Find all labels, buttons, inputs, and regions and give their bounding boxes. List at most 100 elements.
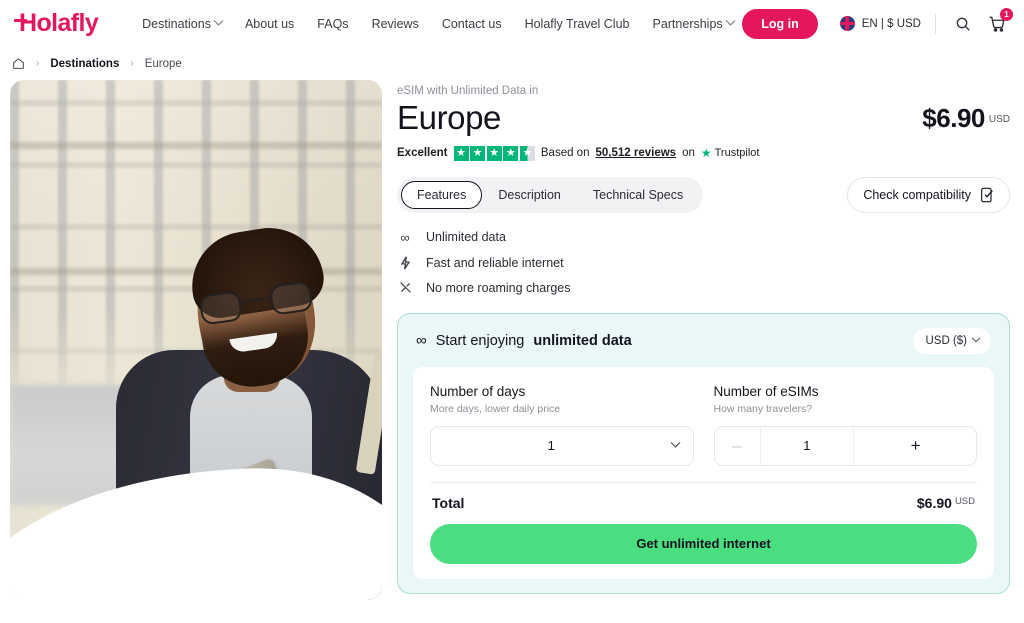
trustpilot-rating: Excellent ★ ★ ★ ★ ★ Based on 50,512 revi… (397, 145, 1010, 161)
trustpilot-star-icon: ★ (700, 146, 712, 161)
days-sublabel: More days, lower daily price (430, 402, 561, 415)
product-price: $6.90 USD (922, 103, 1010, 137)
chevron-down-icon (670, 438, 680, 449)
main-navigation: Destinations About us FAQs Reviews Conta… (142, 15, 736, 31)
breadcrumb-separator: › (36, 58, 40, 69)
hero-image (10, 80, 382, 600)
tab-description[interactable]: Description (482, 181, 577, 209)
esims-selector-group: Number of eSIMs How many travelers? – 1 … (713, 383, 977, 466)
days-selector-group: Number of days More days, lower daily pr… (430, 384, 694, 466)
esims-label: Number of eSIMs (713, 383, 819, 399)
check-compatibility-label: Check compatibility (863, 187, 971, 202)
main-content: eSIM with Unlimited Data in Europe $6.90… (0, 80, 1024, 600)
price-value: $6.90 (922, 102, 985, 133)
feature-item: Fast and reliable internet (397, 256, 1010, 270)
star-icon: ★ (453, 145, 469, 161)
esims-value: 1 (803, 438, 811, 454)
divider (935, 13, 936, 34)
header-actions: Log in EN | $ USD 1 (742, 7, 1013, 39)
total-row: Total $6.90 USD (430, 483, 977, 511)
product-panel: eSIM with Unlimited Data in Europe $6.90… (382, 80, 1024, 600)
esims-sublabel: How many travelers? (713, 402, 813, 415)
rating-on: on (682, 147, 695, 160)
lightning-icon (397, 256, 413, 270)
breadcrumb-item-destinations[interactable]: Destinations (50, 58, 119, 70)
increment-button[interactable]: + (853, 426, 976, 465)
purchase-heading-prefix: Start enjoying (435, 332, 525, 349)
total-currency: USD (954, 495, 975, 507)
esims-stepper: – 1 + (713, 425, 977, 466)
purchase-card-title: ∞ Start enjoying unlimited data (416, 332, 632, 349)
reviews-link[interactable]: 50,512 reviews (595, 147, 676, 159)
rating-stars: ★ ★ ★ ★ ★ (453, 145, 535, 161)
feature-label: Fast and reliable internet (426, 255, 564, 270)
currency-selector-label: USD ($) (925, 334, 967, 347)
feature-list: ∞ Unlimited data Fast and reliable inter… (397, 230, 1010, 295)
uk-flag-icon (839, 16, 855, 31)
no-roaming-icon (397, 281, 413, 294)
page-title: Europe (397, 99, 502, 136)
check-compatibility-button[interactable]: Check compatibility (847, 176, 1010, 213)
feature-label: No more roaming charges (426, 280, 571, 295)
star-icon: ★ (470, 145, 486, 161)
building-ledge (10, 142, 382, 149)
title-row: Europe $6.90 USD (397, 99, 1010, 137)
nav-item-about-us[interactable]: About us (245, 17, 294, 31)
home-icon[interactable] (12, 57, 25, 70)
feature-label: Unlimited data (426, 230, 506, 245)
days-dropdown[interactable]: 1 (430, 425, 694, 466)
chevron-down-icon (213, 15, 224, 26)
purchase-card-body: Number of days More days, lower daily pr… (413, 366, 994, 579)
trustpilot-logo[interactable]: ★ Trustpilot (701, 146, 760, 160)
decrement-button[interactable]: – (715, 426, 761, 465)
language-label: EN | $ USD (861, 17, 921, 30)
purchase-card-header: ∞ Start enjoying unlimited data USD ($) (398, 314, 1009, 367)
selectors-grid: Number of days More days, lower daily pr… (430, 384, 977, 466)
product-tabs: Features Description Technical Specs (397, 176, 704, 213)
nav-item-travel-club[interactable]: Holafly Travel Club (525, 17, 630, 31)
breadcrumb-separator: › (130, 58, 134, 69)
rating-verdict: Excellent (397, 147, 448, 160)
tab-features[interactable]: Features (401, 180, 483, 209)
cart-button[interactable]: 1 (984, 7, 1013, 37)
nav-item-faqs[interactable]: FAQs (317, 17, 348, 31)
site-header: Holafly Destinations About us FAQs Revie… (0, 0, 1024, 47)
nav-item-destinations[interactable]: Destinations (142, 15, 224, 31)
purchase-heading-bold: unlimited data (533, 332, 632, 349)
days-value: 1 (547, 438, 555, 454)
chevron-down-icon (971, 333, 981, 343)
nav-item-contact-us[interactable]: Contact us (442, 17, 502, 31)
holafly-logo[interactable]: Holafly (13, 9, 99, 38)
total-value: $6.90 (916, 494, 952, 511)
feature-item: ∞ Unlimited data (397, 230, 1010, 245)
nav-label: Partnerships (652, 16, 723, 31)
price-currency: USD (988, 113, 1010, 125)
star-icon: ★ (486, 145, 502, 161)
get-unlimited-internet-button[interactable]: Get unlimited internet (430, 523, 977, 564)
breadcrumb: › Destinations › Europe (0, 47, 1024, 80)
search-button[interactable] (950, 11, 976, 37)
cart-count-badge: 1 (1000, 7, 1013, 21)
breadcrumb-item-europe[interactable]: Europe (145, 58, 182, 70)
nav-label: Destinations (142, 16, 211, 31)
product-eyebrow: eSIM with Unlimited Data in (397, 85, 539, 97)
star-icon: ★ (503, 145, 519, 161)
purchase-card: ∞ Start enjoying unlimited data USD ($) … (397, 312, 1010, 594)
infinity-icon: ∞ (416, 332, 427, 350)
feature-item: No more roaming charges (397, 281, 1010, 295)
days-label: Number of days (430, 383, 526, 399)
tab-technical-specs[interactable]: Technical Specs (577, 181, 699, 209)
nav-item-partnerships[interactable]: Partnerships (652, 15, 736, 31)
rating-based-on: Based on (540, 147, 590, 160)
trustpilot-name: Trustpilot (714, 147, 760, 160)
tabs-row: Features Description Technical Specs Che… (397, 176, 1010, 213)
total-price: $6.90 USD (917, 495, 975, 511)
login-button[interactable]: Log in (742, 8, 818, 39)
language-currency-selector[interactable]: EN | $ USD (839, 16, 921, 31)
nav-item-reviews[interactable]: Reviews (372, 17, 419, 31)
total-label: Total (432, 494, 465, 511)
infinity-icon: ∞ (400, 229, 410, 245)
star-half-icon: ★ (519, 145, 535, 161)
phone-check-icon (981, 187, 993, 203)
currency-selector[interactable]: USD ($) (913, 327, 991, 354)
